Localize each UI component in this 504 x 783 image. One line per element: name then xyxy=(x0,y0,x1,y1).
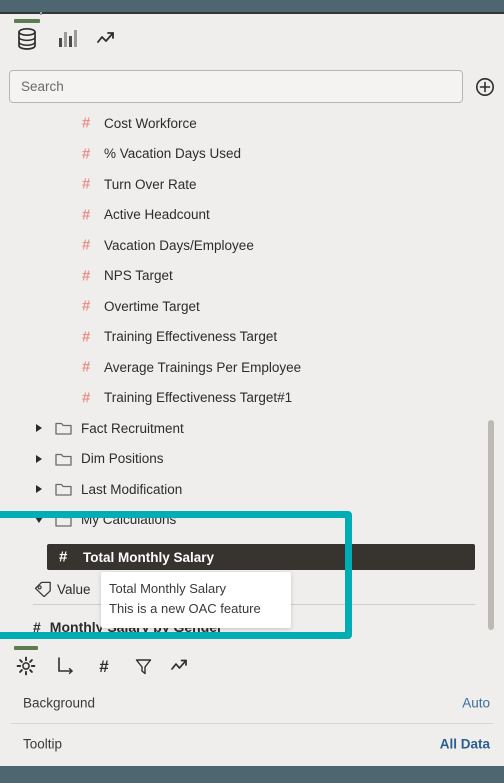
tag-icon xyxy=(34,581,52,598)
property-label: Tooltip xyxy=(23,736,63,752)
tab-values[interactable]: # xyxy=(89,653,119,679)
list-item[interactable]: # Turn Over Rate xyxy=(0,169,504,200)
tab-analytics[interactable] xyxy=(92,22,126,56)
folder-icon xyxy=(55,513,72,527)
list-item-label: % Vacation Days Used xyxy=(104,146,242,162)
folder-item-dim-positions[interactable]: Dim Positions xyxy=(0,444,504,475)
window-top-bar xyxy=(0,0,504,12)
list-item-label: Training Effectiveness Target#1 xyxy=(104,390,293,406)
tab-axis[interactable] xyxy=(50,653,80,679)
measure-hash-icon: # xyxy=(82,267,91,285)
list-item-label: Cost Workforce xyxy=(104,115,197,131)
list-item-label: Active Headcount xyxy=(104,207,210,223)
list-item-label: Overtime Target xyxy=(104,298,200,314)
property-value[interactable]: Auto xyxy=(462,696,490,711)
measure-hash-icon: # xyxy=(59,548,68,566)
folder-item-last-modification[interactable]: Last Modification xyxy=(0,474,504,505)
list-item-label: Value xyxy=(57,581,91,597)
measure-hash-icon: # xyxy=(82,389,91,407)
gear-icon xyxy=(16,656,36,676)
hash-icon: # xyxy=(99,656,109,676)
measure-hash-icon: # xyxy=(82,328,91,346)
folder-item-fact-recruitment[interactable]: Fact Recruitment xyxy=(0,413,504,444)
property-label: Background xyxy=(23,695,96,711)
list-item-label: Average Trainings Per Employee xyxy=(104,359,302,375)
folder-item-label: Last Modification xyxy=(81,481,183,497)
active-tab-underline xyxy=(14,19,40,23)
list-item-label: Vacation Days/Employee xyxy=(104,237,254,253)
window-bottom-bar xyxy=(0,766,504,783)
measure-hash-icon: # xyxy=(82,114,91,132)
panel-tabs xyxy=(0,18,504,58)
tab-filters[interactable] xyxy=(128,653,158,679)
active-tab-underline xyxy=(14,646,38,650)
measure-tooltip: Total Monthly Salary This is a new OAC f… xyxy=(101,572,291,628)
bar-chart-icon xyxy=(57,28,79,50)
tab-visualize[interactable] xyxy=(51,22,85,56)
database-icon xyxy=(16,27,38,51)
list-item[interactable]: # NPS Target xyxy=(0,261,504,292)
list-item-label: Turn Over Rate xyxy=(104,176,197,192)
folder-item-my-calculations[interactable]: My Calculations xyxy=(0,505,504,536)
measure-hash-icon: # xyxy=(82,297,91,315)
property-row-background: Background Auto xyxy=(0,683,504,723)
search-bar xyxy=(9,70,463,103)
plus-circle-icon[interactable] xyxy=(474,76,496,98)
tab-analytics-props[interactable] xyxy=(167,653,197,679)
list-item[interactable]: # % Vacation Days Used xyxy=(0,139,504,170)
top-divider xyxy=(0,12,504,14)
filter-icon xyxy=(134,657,153,676)
tab-data[interactable] xyxy=(10,19,44,56)
properties-tabs: # xyxy=(0,646,504,683)
folder-icon xyxy=(55,421,72,435)
folder-item-label: My Calculations xyxy=(81,512,177,528)
measure-hash-icon: # xyxy=(82,175,91,193)
measure-hash-icon: # xyxy=(82,358,91,376)
selected-measure-label: Total Monthly Salary xyxy=(83,549,215,565)
chevron-down-icon[interactable] xyxy=(35,516,43,523)
list-item[interactable]: # Overtime Target xyxy=(0,291,504,322)
list-item-label: Training Effectiveness Target xyxy=(104,329,278,345)
oac-data-panel: # Cost Workforce # % Vacation Days Used … xyxy=(0,0,504,783)
chevron-right-icon[interactable] xyxy=(36,454,42,463)
tooltip-title: Total Monthly Salary xyxy=(109,581,227,596)
list-item[interactable]: # Active Headcount xyxy=(0,200,504,231)
selected-measure-row[interactable]: # Total Monthly Salary xyxy=(47,544,475,570)
property-value[interactable]: All Data xyxy=(440,737,490,752)
tooltip-description: This is a new OAC feature xyxy=(109,601,261,616)
trend-line-icon xyxy=(171,658,193,674)
list-item[interactable]: # Vacation Days/Employee xyxy=(0,230,504,261)
list-item-label: NPS Target xyxy=(104,268,173,284)
tab-general[interactable] xyxy=(11,646,41,679)
list-scrollbar-thumb[interactable] xyxy=(488,420,494,630)
properties-panel: # Background Auto Tooltip All Data xyxy=(0,645,504,766)
top-notch xyxy=(40,12,42,15)
measure-hash-icon: # xyxy=(82,145,91,163)
measure-hash-icon: # xyxy=(82,236,91,254)
folder-item-label: Fact Recruitment xyxy=(81,420,184,436)
list-item[interactable]: # Average Trainings Per Employee xyxy=(0,352,504,383)
list-item[interactable]: # Cost Workforce xyxy=(0,108,504,139)
chevron-right-icon[interactable] xyxy=(36,424,42,433)
folder-icon xyxy=(55,482,72,496)
search-input[interactable] xyxy=(9,70,463,103)
folder-item-label: Dim Positions xyxy=(81,451,164,467)
list-item[interactable]: # Training Effectiveness Target#1 xyxy=(0,383,504,414)
axis-icon xyxy=(55,656,75,676)
measure-hash-icon: # xyxy=(33,619,41,635)
measure-hash-icon: # xyxy=(82,206,91,224)
folder-icon xyxy=(55,452,72,466)
property-row-tooltip: Tooltip All Data xyxy=(0,724,504,764)
trend-line-icon xyxy=(97,30,121,48)
chevron-right-icon[interactable] xyxy=(36,485,42,494)
list-item[interactable]: # Training Effectiveness Target xyxy=(0,322,504,353)
